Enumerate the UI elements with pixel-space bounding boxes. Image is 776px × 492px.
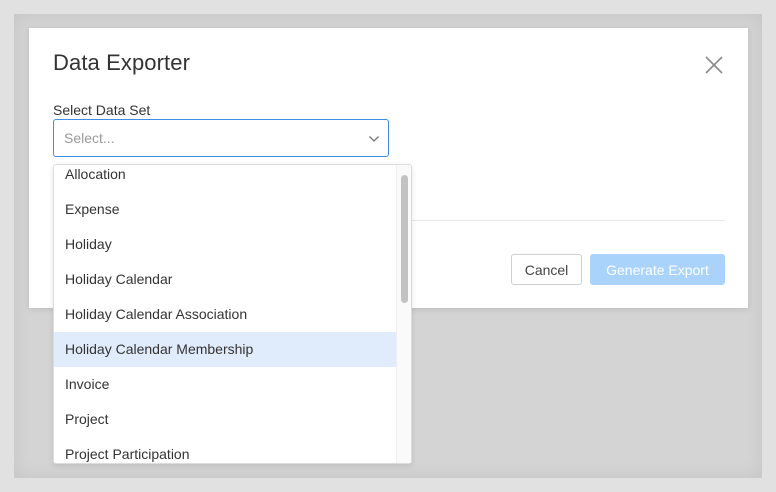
option-holiday-calendar-association[interactable]: Holiday Calendar Association <box>54 297 398 332</box>
data-set-dropdown-menu: Allocation Expense Holiday Holiday Calen… <box>53 164 412 464</box>
close-icon[interactable] <box>703 54 725 76</box>
option-invoice[interactable]: Invoice <box>54 367 398 402</box>
data-set-select[interactable]: Select... <box>53 119 389 157</box>
option-holiday-calendar[interactable]: Holiday Calendar <box>54 262 398 297</box>
chevron-down-icon <box>368 132 380 144</box>
cancel-button[interactable]: Cancel <box>511 254 582 285</box>
option-holiday[interactable]: Holiday <box>54 227 398 262</box>
option-project[interactable]: Project <box>54 402 398 437</box>
dialog-title: Data Exporter <box>53 50 191 75</box>
option-list: Allocation Expense Holiday Holiday Calen… <box>54 165 398 463</box>
option-allocation[interactable]: Allocation <box>54 165 398 192</box>
option-expense[interactable]: Expense <box>54 192 398 227</box>
option-project-participation[interactable]: Project Participation <box>54 437 398 463</box>
generate-export-button[interactable]: Generate Export <box>590 254 725 285</box>
option-holiday-calendar-membership[interactable]: Holiday Calendar Membership <box>54 332 398 367</box>
dropdown-scrollbar-thumb[interactable] <box>401 175 408 303</box>
select-placeholder: Select... <box>64 130 115 146</box>
dropdown-scrollbar-track[interactable] <box>396 165 411 463</box>
select-data-set-label: Select Data Set <box>53 102 151 118</box>
